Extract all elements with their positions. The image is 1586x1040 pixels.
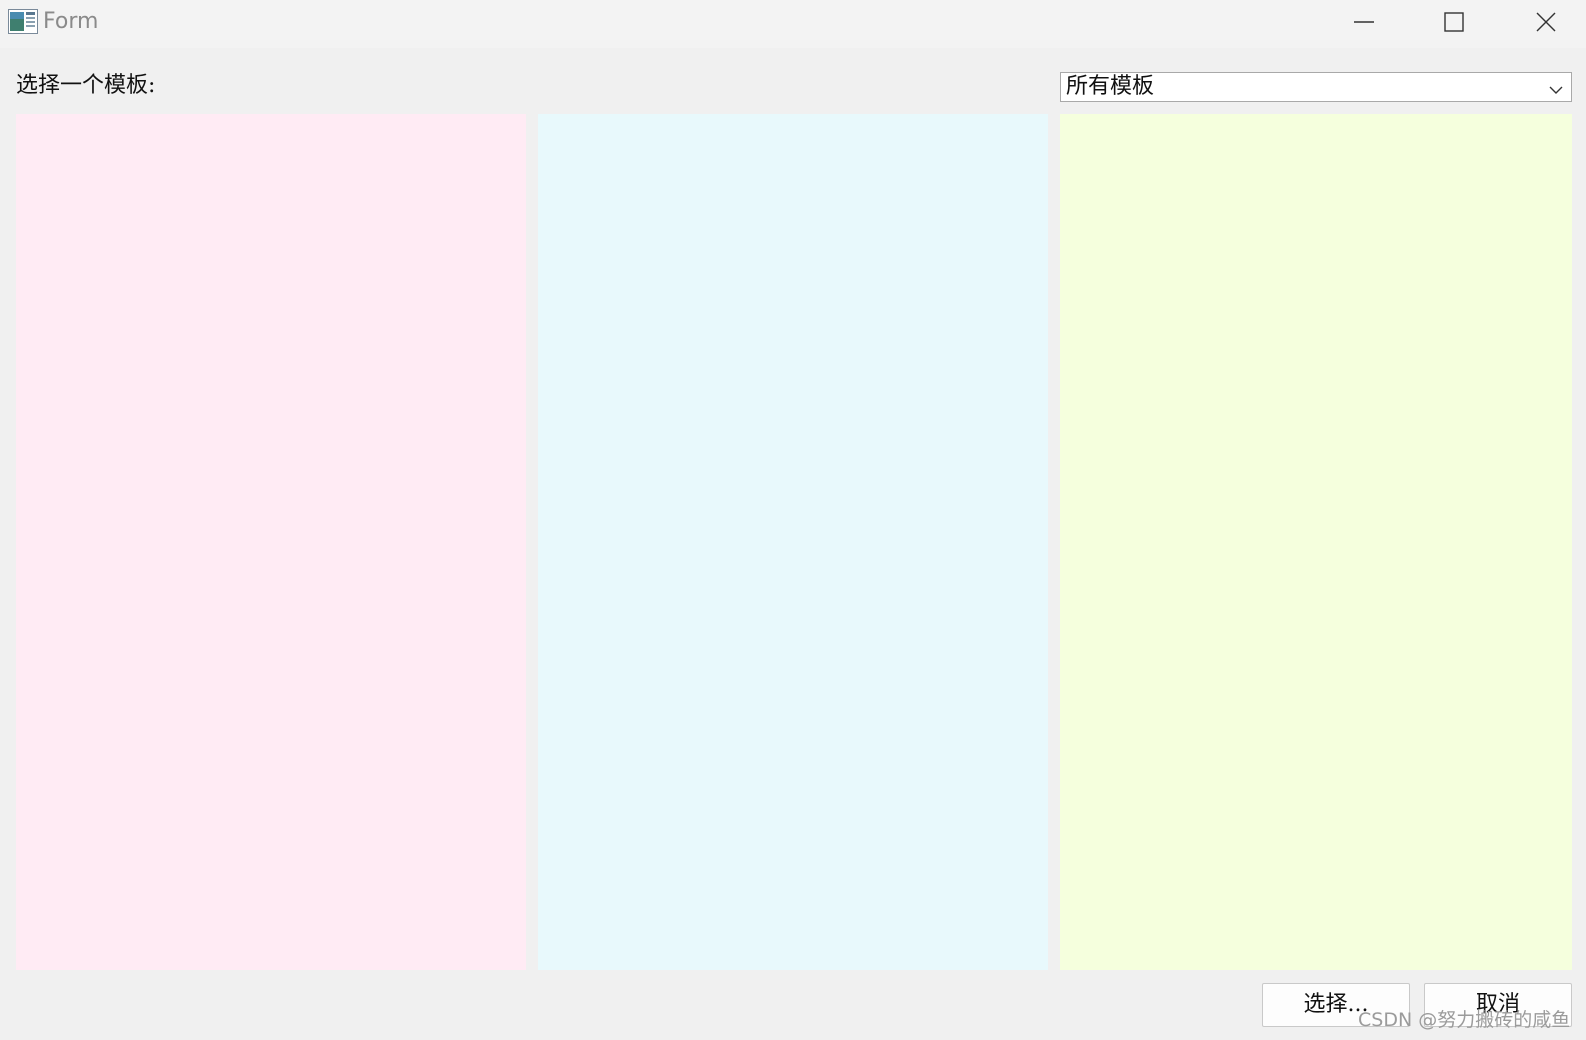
- chevron-down-icon: [1549, 81, 1563, 94]
- window-title: Form: [43, 9, 99, 34]
- choose-template-label: 选择一个模板:: [16, 73, 156, 98]
- minimize-icon: [1353, 11, 1375, 33]
- maximize-button[interactable]: [1408, 0, 1500, 44]
- form-window: Form 选择一个模板: 所有模板 选择... 取消 CSDN @努力搬砖的咸鱼: [0, 0, 1586, 1040]
- template-panel-2[interactable]: [538, 114, 1048, 970]
- template-filter-combobox[interactable]: 所有模板: [1060, 72, 1572, 102]
- template-filter-value: 所有模板: [1066, 74, 1155, 99]
- template-panel-1[interactable]: [16, 114, 526, 970]
- minimize-button[interactable]: [1318, 0, 1410, 44]
- app-icon: [8, 9, 38, 34]
- watermark-text: CSDN @努力搬砖的咸鱼: [1358, 1009, 1571, 1031]
- close-icon: [1535, 11, 1557, 33]
- close-button[interactable]: [1500, 0, 1586, 44]
- title-bar[interactable]: Form: [0, 0, 1586, 48]
- maximize-icon: [1443, 11, 1465, 33]
- template-panel-3[interactable]: [1060, 114, 1572, 970]
